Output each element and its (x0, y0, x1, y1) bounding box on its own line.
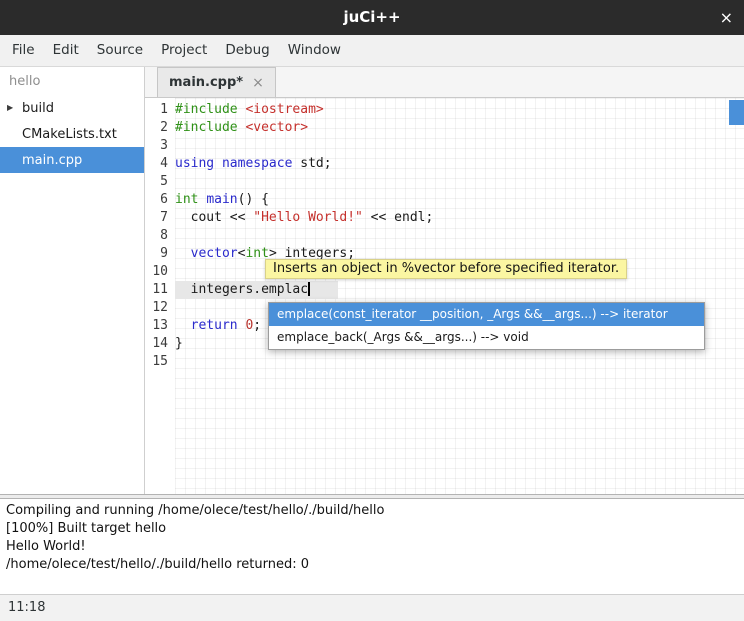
editor-pane: main.cpp* × 123456789101112131415 #inclu… (145, 67, 744, 494)
code-line[interactable] (175, 227, 744, 245)
line-number: 13 (145, 317, 175, 335)
line-number: 5 (145, 173, 175, 191)
code-token: () { (238, 192, 269, 207)
menu-item-window[interactable]: Window (279, 35, 350, 66)
completion-item[interactable]: emplace(const_iterator __position, _Args… (269, 303, 704, 326)
tree-item-label: main.cpp (22, 153, 82, 168)
line-number-gutter: 123456789101112131415 (145, 98, 175, 494)
line-number: 6 (145, 191, 175, 209)
tab-label: main.cpp* (169, 75, 243, 90)
code-token: #include (175, 102, 238, 117)
menu-item-file[interactable]: File (3, 35, 44, 66)
window-title: juCi++ (0, 0, 744, 35)
line-number: 12 (145, 299, 175, 317)
output-line: [100%] Built target hello (6, 520, 738, 538)
status-time: 11:18 (8, 600, 45, 615)
scrollbar-thumb[interactable] (729, 100, 744, 125)
code-editor[interactable]: 123456789101112131415 #include <iostream… (145, 98, 744, 494)
tree-item-label: build (22, 101, 54, 116)
output-line: Hello World! (6, 538, 738, 556)
code-token: <vector> (245, 120, 308, 135)
code-line-text: return 0; (175, 317, 261, 335)
output-line: /home/olece/test/hello/./build/hello ret… (6, 556, 738, 574)
code-line-text: #include <vector> (175, 119, 308, 137)
code-line[interactable]: #include <iostream> (175, 101, 744, 119)
code-lines[interactable]: #include <iostream>#include <vector>usin… (175, 98, 744, 494)
code-token (214, 156, 222, 171)
code-token: <iostream> (245, 102, 323, 117)
code-line[interactable]: #include <vector> (175, 119, 744, 137)
code-token (175, 318, 191, 333)
tree-item-label: CMakeLists.txt (22, 127, 117, 142)
line-number: 14 (145, 335, 175, 353)
project-name: hello (0, 67, 144, 95)
file-tree: ▶ build CMakeLists.txt main.cpp (0, 95, 144, 173)
line-number: 4 (145, 155, 175, 173)
line-number: 1 (145, 101, 175, 119)
code-line[interactable] (175, 173, 744, 191)
text-cursor (308, 282, 310, 296)
code-line-text: int main() { (175, 191, 269, 209)
code-token: ; (253, 318, 261, 333)
main-area: hello ▶ build CMakeLists.txt main.cpp main.… (0, 67, 744, 494)
line-number: 3 (145, 137, 175, 155)
code-token: "Hello World!" (253, 210, 363, 225)
line-number: 15 (145, 353, 175, 371)
code-line-text: } (175, 335, 183, 353)
menu-item-debug[interactable]: Debug (216, 35, 278, 66)
titlebar: juCi++ × (0, 0, 744, 35)
menu-item-edit[interactable]: Edit (44, 35, 88, 66)
code-token (175, 246, 191, 261)
tab-main-cpp[interactable]: main.cpp* × (157, 67, 276, 97)
code-token: std; (292, 156, 331, 171)
code-token: cout << (175, 210, 253, 225)
code-line[interactable]: int main() { (175, 191, 744, 209)
completion-popup: emplace(const_iterator __position, _Args… (268, 302, 705, 350)
completion-item[interactable]: emplace_back(_Args &&__args...) --> void (269, 326, 704, 349)
window-close-button[interactable]: × (720, 0, 733, 35)
tree-item-build[interactable]: ▶ build (0, 95, 144, 121)
doc-tooltip-text: Inserts an object in %vector before spec… (273, 261, 619, 276)
menubar: FileEditSourceProjectDebugWindow (0, 35, 744, 67)
code-line-text: integers.emplac (175, 281, 338, 299)
line-number: 11 (145, 281, 175, 299)
code-token: } (175, 336, 183, 351)
menu-item-source[interactable]: Source (88, 35, 152, 66)
code-token: return (191, 318, 238, 333)
menu-item-project[interactable]: Project (152, 35, 216, 66)
line-number: 2 (145, 119, 175, 137)
code-line-text: cout << "Hello World!" << endl; (175, 209, 433, 227)
statusbar: 11:18 (0, 594, 744, 621)
tab-close-icon[interactable]: × (252, 75, 264, 91)
code-line[interactable]: cout << "Hello World!" << endl; (175, 209, 744, 227)
code-line[interactable] (175, 137, 744, 155)
code-token: int (175, 192, 198, 207)
code-token: integers.emplac (175, 282, 308, 297)
code-line-text: #include <iostream> (175, 101, 324, 119)
line-number: 9 (145, 245, 175, 263)
code-token: main (206, 192, 237, 207)
line-number: 8 (145, 227, 175, 245)
file-browser-sidebar: hello ▶ build CMakeLists.txt main.cpp (0, 67, 145, 494)
code-token: namespace (222, 156, 292, 171)
code-line[interactable]: integers.emplac (175, 281, 744, 299)
editor-scrollbar[interactable] (729, 98, 744, 494)
code-token: << endl; (363, 210, 433, 225)
code-token: vector (191, 246, 238, 261)
code-token: #include (175, 120, 238, 135)
line-number: 7 (145, 209, 175, 227)
code-line-text: using namespace std; (175, 155, 332, 173)
doc-tooltip: Inserts an object in %vector before spec… (265, 259, 627, 279)
code-line[interactable]: using namespace std; (175, 155, 744, 173)
output-line: Compiling and running /home/olece/test/h… (6, 502, 738, 520)
output-panel[interactable]: Compiling and running /home/olece/test/h… (0, 499, 744, 594)
line-number: 10 (145, 263, 175, 281)
tree-item-cmakelists-txt[interactable]: CMakeLists.txt (0, 121, 144, 147)
code-token: using (175, 156, 214, 171)
tabbar: main.cpp* × (145, 67, 744, 98)
tree-item-main-cpp[interactable]: main.cpp (0, 147, 144, 173)
code-line[interactable] (175, 353, 744, 371)
expander-icon[interactable]: ▶ (7, 103, 13, 112)
